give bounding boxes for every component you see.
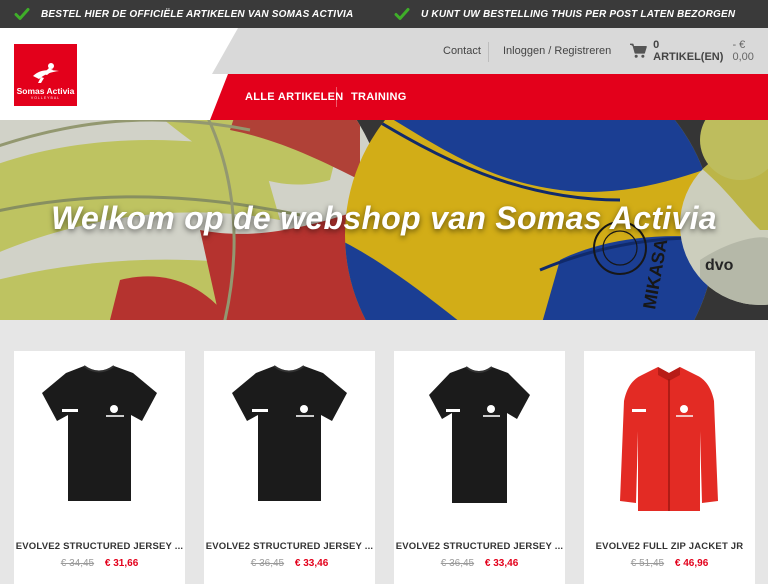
- hero-title: Welkom op de webshop van Somas Activia: [51, 200, 717, 236]
- usp-text: BESTEL HIER DE OFFICIËLE ARTIKELEN VAN S…: [41, 8, 354, 20]
- product-old-price: € 34,45: [60, 558, 95, 569]
- product-old-price: € 51,45: [630, 558, 665, 569]
- product-price: € 33,46: [484, 558, 519, 569]
- hero-banner: MIKASA dvo Welkom op de webshop van Soma…: [0, 120, 768, 320]
- cart-total: - € 0,00: [732, 39, 754, 63]
- product-image-black-tshirt: [42, 365, 157, 501]
- login-register-link[interactable]: Inloggen / Registreren: [503, 28, 611, 74]
- main-navigation: ALLE ARTIKELEN TRAINING: [210, 74, 768, 120]
- cart-icon: [630, 43, 647, 58]
- product-name[interactable]: EVOLVE2 STRUCTURED JERSEY ...: [394, 541, 565, 552]
- product-price: € 31,66: [104, 558, 139, 569]
- product-card[interactable]: EVOLVE2 STRUCTURED JERSEY ... € 34,45 € …: [14, 351, 185, 584]
- contact-link[interactable]: Contact: [443, 28, 481, 74]
- product-image-black-tshirt: [429, 366, 530, 503]
- product-prices: € 36,45 € 33,46: [204, 558, 375, 569]
- logo-figure-icon: [32, 63, 59, 83]
- product-price: € 33,46: [294, 558, 329, 569]
- check-icon: [14, 8, 30, 20]
- site-logo[interactable]: Somas Activia VOLLEYBAL: [14, 44, 77, 106]
- logo-subtitle: VOLLEYBAL: [30, 96, 61, 100]
- top-info-bar: BESTEL HIER DE OFFICIËLE ARTIKELEN VAN S…: [0, 0, 768, 28]
- product-name[interactable]: EVOLVE2 STRUCTURED JERSEY ...: [204, 541, 375, 552]
- product-prices: € 51,45 € 46,96: [584, 558, 755, 569]
- cart-count: 0 ARTIKEL(EN): [653, 39, 724, 63]
- product-grid: EVOLVE2 STRUCTURED JERSEY ... € 34,45 € …: [0, 320, 768, 584]
- utility-divider: [488, 42, 489, 62]
- product-name[interactable]: EVOLVE2 FULL ZIP JACKET JR: [584, 541, 755, 552]
- product-old-price: € 36,45: [440, 558, 475, 569]
- product-price: € 46,96: [674, 558, 709, 569]
- site-header: Somas Activia VOLLEYBAL Contact Inloggen…: [0, 28, 768, 120]
- usp-home-delivery: U KUNT UW BESTELLING THUIS PER POST LATE…: [394, 0, 735, 28]
- product-card[interactable]: EVOLVE2 STRUCTURED JERSEY ... € 36,45 € …: [204, 351, 375, 584]
- product-old-price: € 36,45: [250, 558, 285, 569]
- usp-text: U KUNT UW BESTELLING THUIS PER POST LATE…: [421, 8, 736, 20]
- product-prices: € 34,45 € 31,66: [14, 558, 185, 569]
- product-card[interactable]: EVOLVE2 FULL ZIP JACKET JR € 51,45 € 46,…: [584, 351, 755, 584]
- nav-item-alle-artikelen[interactable]: ALLE ARTIKELEN: [245, 74, 344, 120]
- nav-divider: [336, 87, 337, 107]
- utility-bar: Contact Inloggen / Registreren 0 ARTIKEL…: [212, 28, 768, 74]
- product-prices: € 36,45 € 33,46: [394, 558, 565, 569]
- product-name[interactable]: EVOLVE2 STRUCTURED JERSEY ...: [14, 541, 185, 552]
- logo-name: Somas Activia: [16, 86, 75, 96]
- product-image-red-jacket: [620, 367, 718, 511]
- nav-item-training[interactable]: TRAINING: [351, 74, 407, 120]
- usp-official-articles: BESTEL HIER DE OFFICIËLE ARTIKELEN VAN S…: [14, 0, 353, 28]
- product-image-black-tshirt: [232, 365, 347, 501]
- check-icon: [394, 8, 410, 20]
- product-card[interactable]: EVOLVE2 STRUCTURED JERSEY ... € 36,45 € …: [394, 351, 565, 584]
- cart-summary[interactable]: 0 ARTIKEL(EN) - € 0,00: [630, 28, 768, 74]
